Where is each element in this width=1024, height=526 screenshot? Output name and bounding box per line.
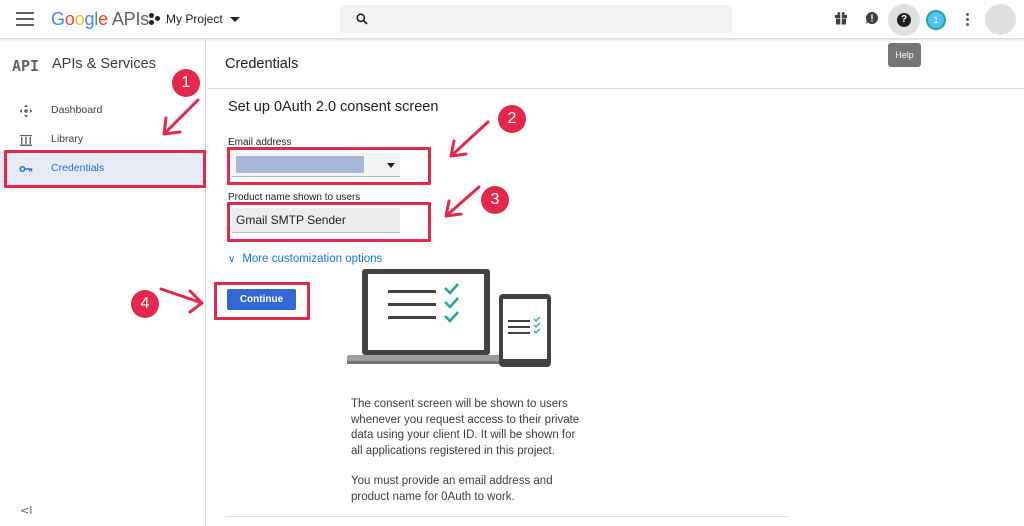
api-logo: API [12, 57, 40, 75]
collapse-sidebar-icon[interactable]: <I [20, 504, 32, 517]
notifications-badge[interactable]: 1 [926, 10, 946, 30]
expand-more-icon: ∨ [228, 253, 236, 265]
help-icon: ? [897, 13, 911, 27]
avatar[interactable] [985, 4, 1016, 35]
more-customization-link[interactable]: ∨ More customization options [228, 253, 382, 265]
step-badge-4: 4 [131, 290, 159, 318]
top-app-bar: Google APIs My Project ? 1 [0, 0, 1024, 39]
highlight-continue [214, 282, 310, 320]
more-customization-label: More customization options [242, 253, 383, 265]
chevron-down-icon [229, 16, 240, 22]
library-icon [20, 135, 32, 146]
section-title: Set up 0Auth 2.0 consent screen [228, 99, 439, 115]
consent-requirement-note: You must provide an email address and pr… [351, 475, 553, 503]
consent-illustration [347, 269, 551, 367]
search-icon [356, 13, 368, 25]
step-badge-1: 1 [172, 69, 200, 97]
project-name: My Project [166, 12, 223, 26]
sidebar: API APIs & Services Dashboard Library Cr… [0, 39, 206, 526]
project-icon [149, 13, 161, 25]
menu-icon[interactable] [16, 12, 34, 26]
more-vert-icon[interactable] [966, 13, 969, 26]
sidebar-title: APIs & Services [52, 56, 156, 72]
sidebar-item-label: Library [51, 133, 84, 145]
search-input[interactable] [340, 5, 732, 33]
step-badge-2: 2 [498, 105, 526, 133]
arrow-3 [444, 185, 481, 218]
consent-description: The consent screen will be shown to user… [351, 398, 580, 457]
help-tooltip: Help [888, 43, 921, 67]
project-selector[interactable]: My Project [149, 12, 240, 26]
highlight-product-name [227, 202, 431, 242]
page-title: Credentials [225, 56, 299, 72]
sidebar-item-label: Dashboard [51, 104, 103, 116]
highlight-credentials [4, 150, 206, 188]
step-badge-3: 3 [481, 186, 509, 214]
arrow-2 [449, 120, 490, 158]
google-apis-logo[interactable]: Google APIs [51, 9, 149, 30]
divider [225, 516, 787, 517]
dashboard-icon [19, 104, 33, 118]
gift-icon[interactable] [834, 11, 848, 25]
feedback-icon[interactable] [865, 11, 879, 25]
help-button[interactable]: ? [888, 4, 920, 36]
highlight-email [227, 147, 431, 185]
